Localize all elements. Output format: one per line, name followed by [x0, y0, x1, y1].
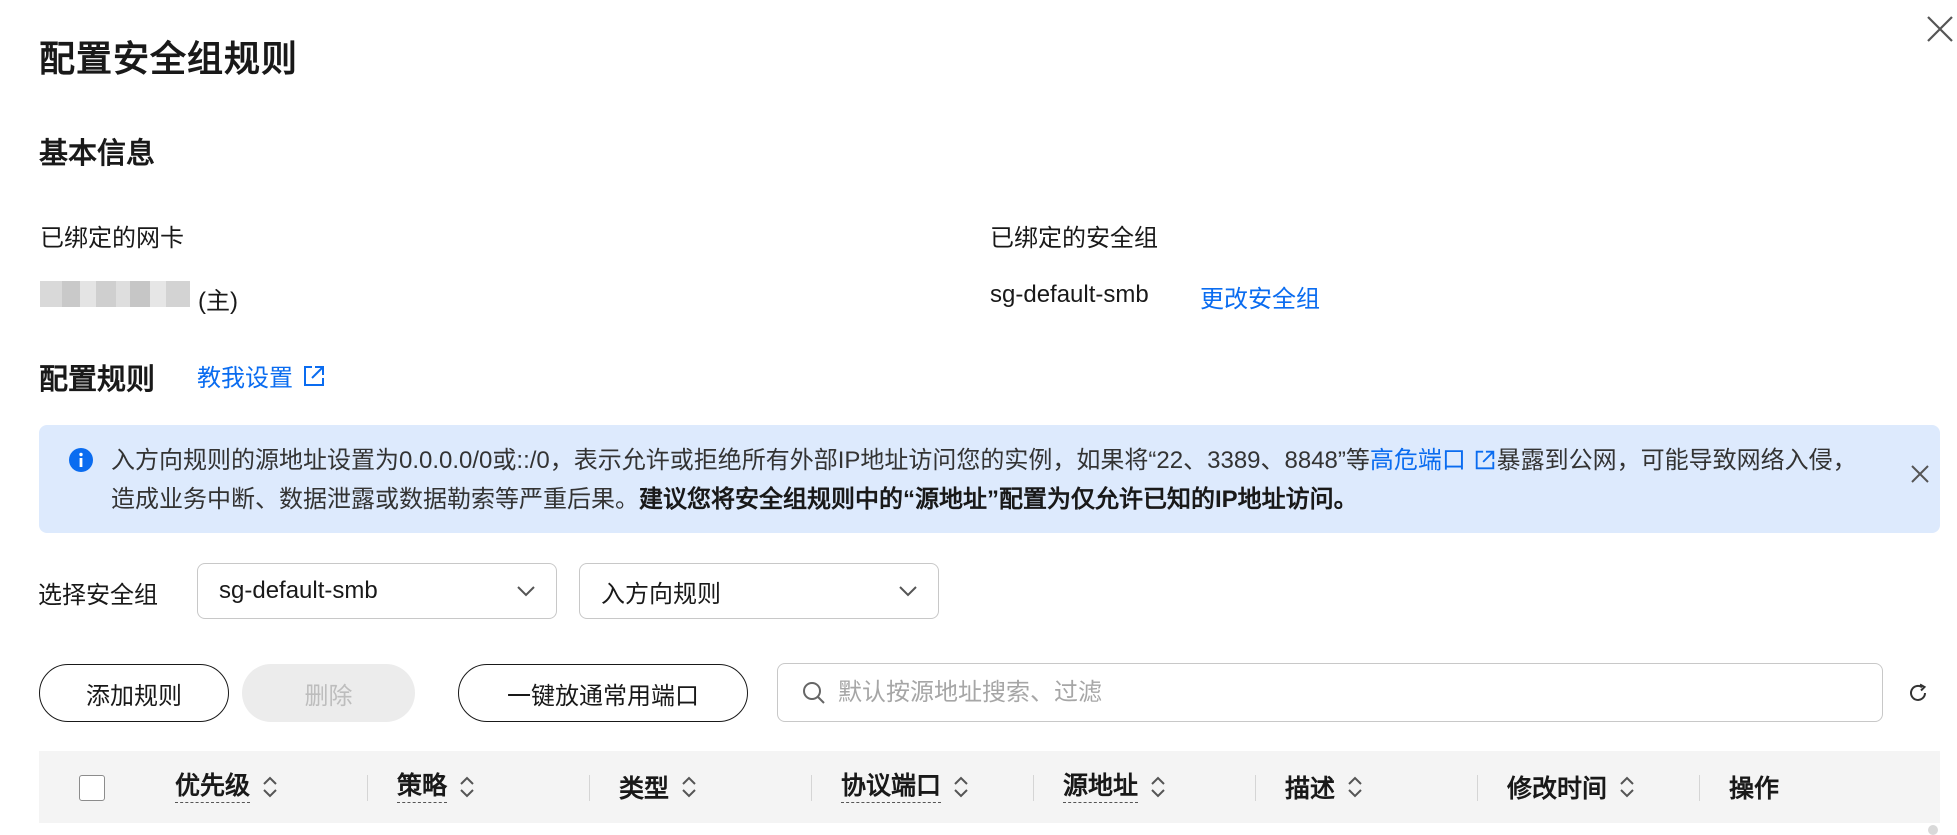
- column-source[interactable]: 源地址: [1063, 751, 1168, 823]
- sort-icon[interactable]: [1148, 774, 1168, 800]
- column-actions: 操作: [1729, 751, 1779, 823]
- masked-nic-id: [40, 281, 190, 307]
- alert-recommendation: 建议您将安全组规则中的“源地址”配置为仅允许已知的IP地址访问。: [639, 486, 1358, 513]
- sg-select-value: sg-default-smb: [219, 577, 378, 604]
- alert-message: 入方向规则的源地址设置为0.0.0.0/0或::/0，表示允许或拒绝所有外部IP…: [111, 441, 1871, 519]
- chevron-down-icon: [899, 586, 917, 597]
- alert-close-icon[interactable]: [1909, 463, 1931, 485]
- info-icon: [69, 448, 93, 472]
- dialog-title: 配置安全组规则: [39, 38, 299, 79]
- column-policy[interactable]: 策略: [397, 751, 477, 823]
- config-rules-heading: 配置规则: [39, 364, 156, 396]
- close-dialog-icon[interactable]: [1923, 12, 1957, 46]
- bound-nic-label: 已绑定的网卡: [40, 225, 184, 252]
- sort-icon[interactable]: [1345, 774, 1365, 800]
- rules-table-header: 优先级 策略 类型 协议端口 源地址 描述 修改时间 操作: [39, 751, 1940, 823]
- refresh-icon[interactable]: [1907, 682, 1929, 704]
- column-priority[interactable]: 优先级: [175, 751, 280, 823]
- direction-select-value: 入方向规则: [601, 580, 721, 608]
- basic-info-heading: 基本信息: [39, 138, 156, 170]
- high-risk-ports-link[interactable]: 高危端口: [1370, 447, 1497, 474]
- change-sg-link-label: 更改安全组: [1200, 286, 1320, 313]
- column-description-label: 描述: [1285, 775, 1336, 803]
- direction-select[interactable]: 入方向规则: [579, 563, 939, 619]
- change-sg-link[interactable]: 更改安全组: [1200, 279, 1320, 314]
- sg-select[interactable]: sg-default-smb: [197, 563, 557, 619]
- search-input[interactable]: [836, 677, 1840, 708]
- column-actions-label: 操作: [1729, 775, 1780, 803]
- security-alert: 入方向规则的源地址设置为0.0.0.0/0或::/0，表示允许或拒绝所有外部IP…: [39, 425, 1940, 533]
- column-modified-time-label: 修改时间: [1507, 775, 1608, 803]
- search-icon: [803, 681, 825, 704]
- help-link-label: 教我设置: [197, 365, 293, 392]
- column-modified-time[interactable]: 修改时间: [1507, 751, 1637, 823]
- external-link-icon: [1475, 450, 1494, 470]
- sort-icon[interactable]: [1617, 774, 1637, 800]
- chevron-down-icon: [517, 586, 535, 597]
- open-common-ports-button[interactable]: 一键放通常用端口: [458, 664, 748, 722]
- alert-text-part1: 入方向规则的源地址设置为0.0.0.0/0或::/0，表示允许或拒绝所有外部IP…: [111, 447, 1370, 474]
- sort-icon[interactable]: [260, 774, 280, 800]
- column-priority-label: 优先级: [175, 772, 251, 803]
- delete-button[interactable]: 删除: [242, 664, 415, 722]
- bound-sg-label: 已绑定的安全组: [990, 225, 1158, 252]
- column-policy-label: 策略: [397, 772, 448, 803]
- add-rule-button[interactable]: 添加规则: [39, 664, 229, 722]
- column-type[interactable]: 类型: [619, 751, 699, 823]
- sort-icon[interactable]: [679, 774, 699, 800]
- nic-primary-suffix: (主): [198, 288, 238, 315]
- select-sg-label: 选择安全组: [38, 582, 158, 609]
- scrollbar-thumb[interactable]: [1928, 825, 1938, 835]
- column-source-label: 源地址: [1063, 772, 1139, 803]
- sort-icon[interactable]: [457, 774, 477, 800]
- sort-icon[interactable]: [951, 774, 971, 800]
- help-link[interactable]: 教我设置: [197, 358, 327, 393]
- bound-sg-value: sg-default-smb: [990, 281, 1149, 308]
- source-search-field[interactable]: [777, 663, 1883, 722]
- column-description[interactable]: 描述: [1285, 751, 1365, 823]
- column-protocol-port-label: 协议端口: [841, 772, 942, 803]
- column-protocol-port[interactable]: 协议端口: [841, 751, 971, 823]
- column-type-label: 类型: [619, 775, 670, 803]
- external-link-icon: [304, 365, 324, 386]
- select-all-checkbox[interactable]: [79, 775, 105, 801]
- high-risk-ports-label: 高危端口: [1369, 447, 1466, 474]
